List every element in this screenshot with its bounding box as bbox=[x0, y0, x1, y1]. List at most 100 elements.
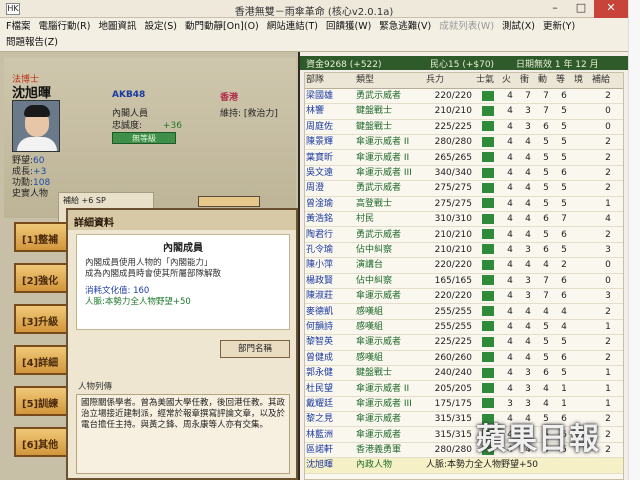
unit-stat-d: 1 bbox=[555, 396, 573, 413]
table-row[interactable]: 陶君行 勇武示威者 210/210 4 4 5 6 2 bbox=[305, 226, 623, 243]
column-header[interactable]: 補給 bbox=[591, 73, 623, 89]
stat-line: 野望:60 bbox=[12, 156, 50, 167]
unit-class: 傘運示威者 II bbox=[355, 149, 425, 166]
table-row[interactable]: 曾健成 感嘆組 260/260 4 4 5 6 2 bbox=[305, 350, 623, 366]
unit-name: 楊政賢 bbox=[305, 273, 355, 289]
column-header[interactable]: 動 bbox=[537, 73, 555, 89]
unit-class: 鍵盤戰士 bbox=[355, 365, 425, 382]
column-header[interactable]: 兵力 bbox=[425, 73, 475, 89]
command-button[interactable]: [1]整補 bbox=[14, 222, 70, 252]
menu-item[interactable]: 成就列表(W) bbox=[437, 19, 500, 35]
menu-item[interactable]: 問題報告(Z) bbox=[4, 35, 64, 51]
table-row[interactable]: 孔令瑜 佔中糾察 210/210 4 3 6 5 3 bbox=[305, 242, 623, 259]
unit-stat-c: 5 bbox=[537, 165, 555, 182]
command-button[interactable]: [3]升級 bbox=[14, 304, 70, 334]
morale-bar bbox=[482, 367, 494, 378]
column-header[interactable]: 境 bbox=[573, 73, 591, 89]
detail-desc-1: 內閣成員使用人物的「內閣能力」 bbox=[85, 258, 213, 268]
unit-stat-f: 1 bbox=[591, 380, 623, 397]
table-row[interactable]: 黃浩銘 村民 310/310 4 4 6 7 4 bbox=[305, 211, 623, 228]
menu-item[interactable]: 動門動靜[On](O) bbox=[183, 19, 265, 35]
menu-row-1: F檔案 電腦行動(R) 地圖資訊 設定(S) 動門動靜[On](O) 網站連結(T) 回饋獲… bbox=[4, 19, 581, 35]
table-row[interactable]: 楊政賢 佔中糾察 165/165 4 3 7 6 0 bbox=[305, 273, 623, 289]
menu-item[interactable]: F檔案 bbox=[4, 19, 36, 35]
character-name: 沈旭暉 bbox=[12, 86, 52, 101]
table-row[interactable]: 葉寶昕 傘運示威者 II 265/265 4 4 5 5 2 bbox=[305, 149, 623, 166]
unit-stat-d: 7 bbox=[555, 211, 573, 228]
command-button[interactable]: [2]強化 bbox=[14, 263, 70, 293]
level-button[interactable]: 無等級 bbox=[112, 132, 176, 144]
unit-stat-d: 5 bbox=[555, 334, 573, 351]
menu-row-2: 問題報告(Z) bbox=[4, 35, 64, 51]
menu-item[interactable]: 測試(X) bbox=[500, 19, 541, 35]
department-name-button[interactable]: 部門名稱 bbox=[220, 340, 290, 358]
table-row[interactable]: 周庭佐 鍵盤戰士 225/225 4 3 6 5 0 bbox=[305, 119, 623, 136]
morale-bar bbox=[482, 229, 494, 240]
column-header[interactable]: 火 bbox=[501, 73, 519, 89]
unit-name: 黎之見 bbox=[305, 411, 355, 428]
unit-stat-b: 4 bbox=[519, 165, 537, 182]
unit-class: 佔中糾察 bbox=[355, 273, 425, 289]
unit-strength: 205/205 bbox=[425, 380, 475, 397]
table-row[interactable]: 周澄 勇武示威者 275/275 4 4 5 5 2 bbox=[305, 180, 623, 197]
column-header[interactable]: 衝 bbox=[519, 73, 537, 89]
table-row[interactable]: 黎智英 傘運示威者 225/225 4 4 5 5 2 bbox=[305, 334, 623, 351]
morale-bar bbox=[482, 321, 494, 332]
table-row[interactable]: 戴耀廷 傘運示威者 III 175/175 3 3 4 1 1 bbox=[305, 396, 623, 413]
menu-item[interactable]: 回饋獲(W) bbox=[324, 19, 377, 35]
column-header[interactable]: 等 bbox=[555, 73, 573, 89]
unit-stat-a: 4 bbox=[501, 273, 519, 289]
loyalty-value: +36 bbox=[162, 121, 182, 131]
unit-strength: 240/240 bbox=[425, 365, 475, 382]
funds-readout: 資金9268 (+522) bbox=[306, 60, 382, 70]
morale-bar bbox=[482, 152, 494, 163]
unit-class: 傘運示威者 bbox=[355, 334, 425, 351]
unit-stat-a: 4 bbox=[501, 165, 519, 182]
minimize-icon[interactable]: – bbox=[542, 0, 568, 18]
table-row[interactable]: 陳淑莊 傘運示威者 220/220 4 3 7 6 3 bbox=[305, 288, 623, 305]
unit-strength: 315/315 bbox=[425, 426, 475, 443]
menu-item[interactable]: 電腦行動(R) bbox=[36, 19, 96, 35]
table-row[interactable]: 吳文遠 傘運示威者 III 340/340 4 4 5 6 2 bbox=[305, 165, 623, 182]
column-header[interactable]: 士氣 bbox=[475, 73, 501, 89]
stat-label: 史實人物 bbox=[12, 189, 49, 199]
unit-morale bbox=[475, 196, 501, 213]
table-row[interactable]: 麥德凱 感嘆組 255/255 4 4 4 4 2 bbox=[305, 303, 623, 320]
unit-morale bbox=[475, 134, 501, 151]
command-button[interactable]: [4]詳細 bbox=[14, 345, 70, 375]
menu-item[interactable]: 緊急逃難(V) bbox=[377, 19, 437, 35]
close-icon[interactable]: ✕ bbox=[594, 0, 628, 18]
command-button[interactable]: [5]訓練 bbox=[14, 386, 70, 416]
menu-item[interactable]: 地圖資訊 bbox=[96, 19, 142, 35]
morale-bar bbox=[482, 290, 494, 301]
unit-stat-c: 5 bbox=[537, 334, 555, 351]
morale-bar bbox=[482, 336, 494, 347]
table-row[interactable]: 杜民望 傘運示威者 II 205/205 4 3 4 1 1 bbox=[305, 380, 623, 397]
unit-stat-b: 4 bbox=[519, 149, 537, 166]
unit-morale bbox=[475, 88, 501, 105]
table-row[interactable]: 梁國雄 勇武示威者 220/220 4 7 7 6 2 bbox=[305, 88, 623, 105]
table-row[interactable]: 陳小萍 演講台 220/220 4 4 4 2 0 bbox=[305, 257, 623, 274]
table-row[interactable]: 何韻詩 感嘆組 255/255 4 4 5 4 1 bbox=[305, 319, 623, 336]
table-row[interactable]: 陳景輝 傘運示威者 II 280/280 4 4 5 5 2 bbox=[305, 134, 623, 151]
menu-item[interactable]: 網站連結(T) bbox=[265, 19, 324, 35]
biography-text[interactable]: 國際關係學者。曾為美國大學任教，後回港任教。其政治立場接近建制派，經常於報章撰寫… bbox=[76, 394, 290, 474]
unit-stat-a: 4 bbox=[501, 350, 519, 366]
menu-item[interactable]: 設定(S) bbox=[143, 19, 183, 35]
unit-strength: 165/165 bbox=[425, 273, 475, 289]
unit-stat-d: 6 bbox=[555, 350, 573, 366]
table-row-selected[interactable]: 沈旭暉 內政人物 人脈:本勢力全人物野望+50 bbox=[305, 457, 623, 474]
maximize-icon[interactable]: □ bbox=[568, 0, 594, 18]
unit-stat-a: 4 bbox=[501, 119, 519, 136]
morale-bar bbox=[482, 275, 494, 286]
unit-stat-f: 3 bbox=[591, 288, 623, 305]
table-row[interactable]: 林響 鍵盤戰士 210/210 4 3 7 5 0 bbox=[305, 103, 623, 120]
unit-morale bbox=[475, 257, 501, 274]
table-row[interactable]: 郭永健 鍵盤戰士 240/240 4 3 6 5 1 bbox=[305, 365, 623, 382]
command-button[interactable]: [6]其他 bbox=[14, 427, 70, 457]
column-header[interactable]: 部隊 bbox=[305, 73, 355, 89]
table-row[interactable]: 曾淦瑜 高登戰士 275/275 4 4 5 5 1 bbox=[305, 196, 623, 213]
menu-item[interactable]: 更新(Y) bbox=[541, 19, 581, 35]
unit-stat-c: 5 bbox=[537, 149, 555, 166]
column-header[interactable]: 類型 bbox=[355, 73, 425, 89]
